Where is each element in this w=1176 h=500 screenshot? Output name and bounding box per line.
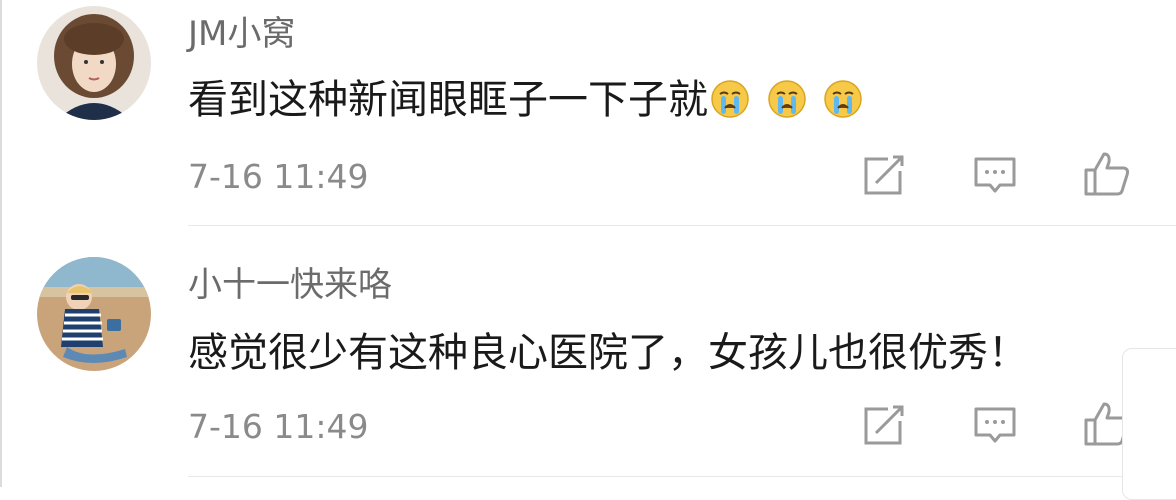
floating-card-edge [1122, 348, 1176, 500]
like-icon [1084, 152, 1130, 196]
timestamp: 7-16 11:49 [188, 157, 369, 196]
repost-button[interactable] [858, 153, 908, 199]
crying-face-emoji [824, 80, 863, 118]
avatar[interactable] [37, 6, 151, 120]
repost-icon [864, 405, 904, 445]
repost-button[interactable] [858, 403, 908, 449]
comment-text: 看到这种新闻眼眶子一下子就 [188, 76, 867, 130]
repost-icon [864, 155, 904, 195]
emoji-row [710, 79, 867, 130]
comment-text: 感觉很少有这种良心医院了，女孩儿也很优秀！ [188, 330, 1028, 376]
username[interactable]: 小十一快来咯 [188, 265, 392, 305]
comment-button[interactable] [970, 153, 1020, 199]
comment-icon [974, 407, 1016, 443]
comment-item: JM小窝 看到这种新闻眼眶子一下子就 7-16 11:49 [0, 0, 1176, 226]
like-button[interactable] [1082, 150, 1132, 196]
comment-text-content: 看到这种新闻眼眶子一下子就 [188, 77, 708, 123]
timestamp: 7-16 11:49 [188, 407, 369, 446]
crying-face-emoji [767, 80, 806, 118]
comment-icon [974, 157, 1016, 193]
comment-item: 小十一快来咯 感觉很少有这种良心医院了，女孩儿也很优秀！ 7-16 11:49 [0, 226, 1176, 487]
comment-button[interactable] [970, 403, 1020, 449]
crying-face-emoji [711, 80, 749, 118]
divider [188, 476, 1176, 477]
avatar[interactable] [37, 257, 151, 371]
username[interactable]: JM小窝 [188, 14, 295, 54]
